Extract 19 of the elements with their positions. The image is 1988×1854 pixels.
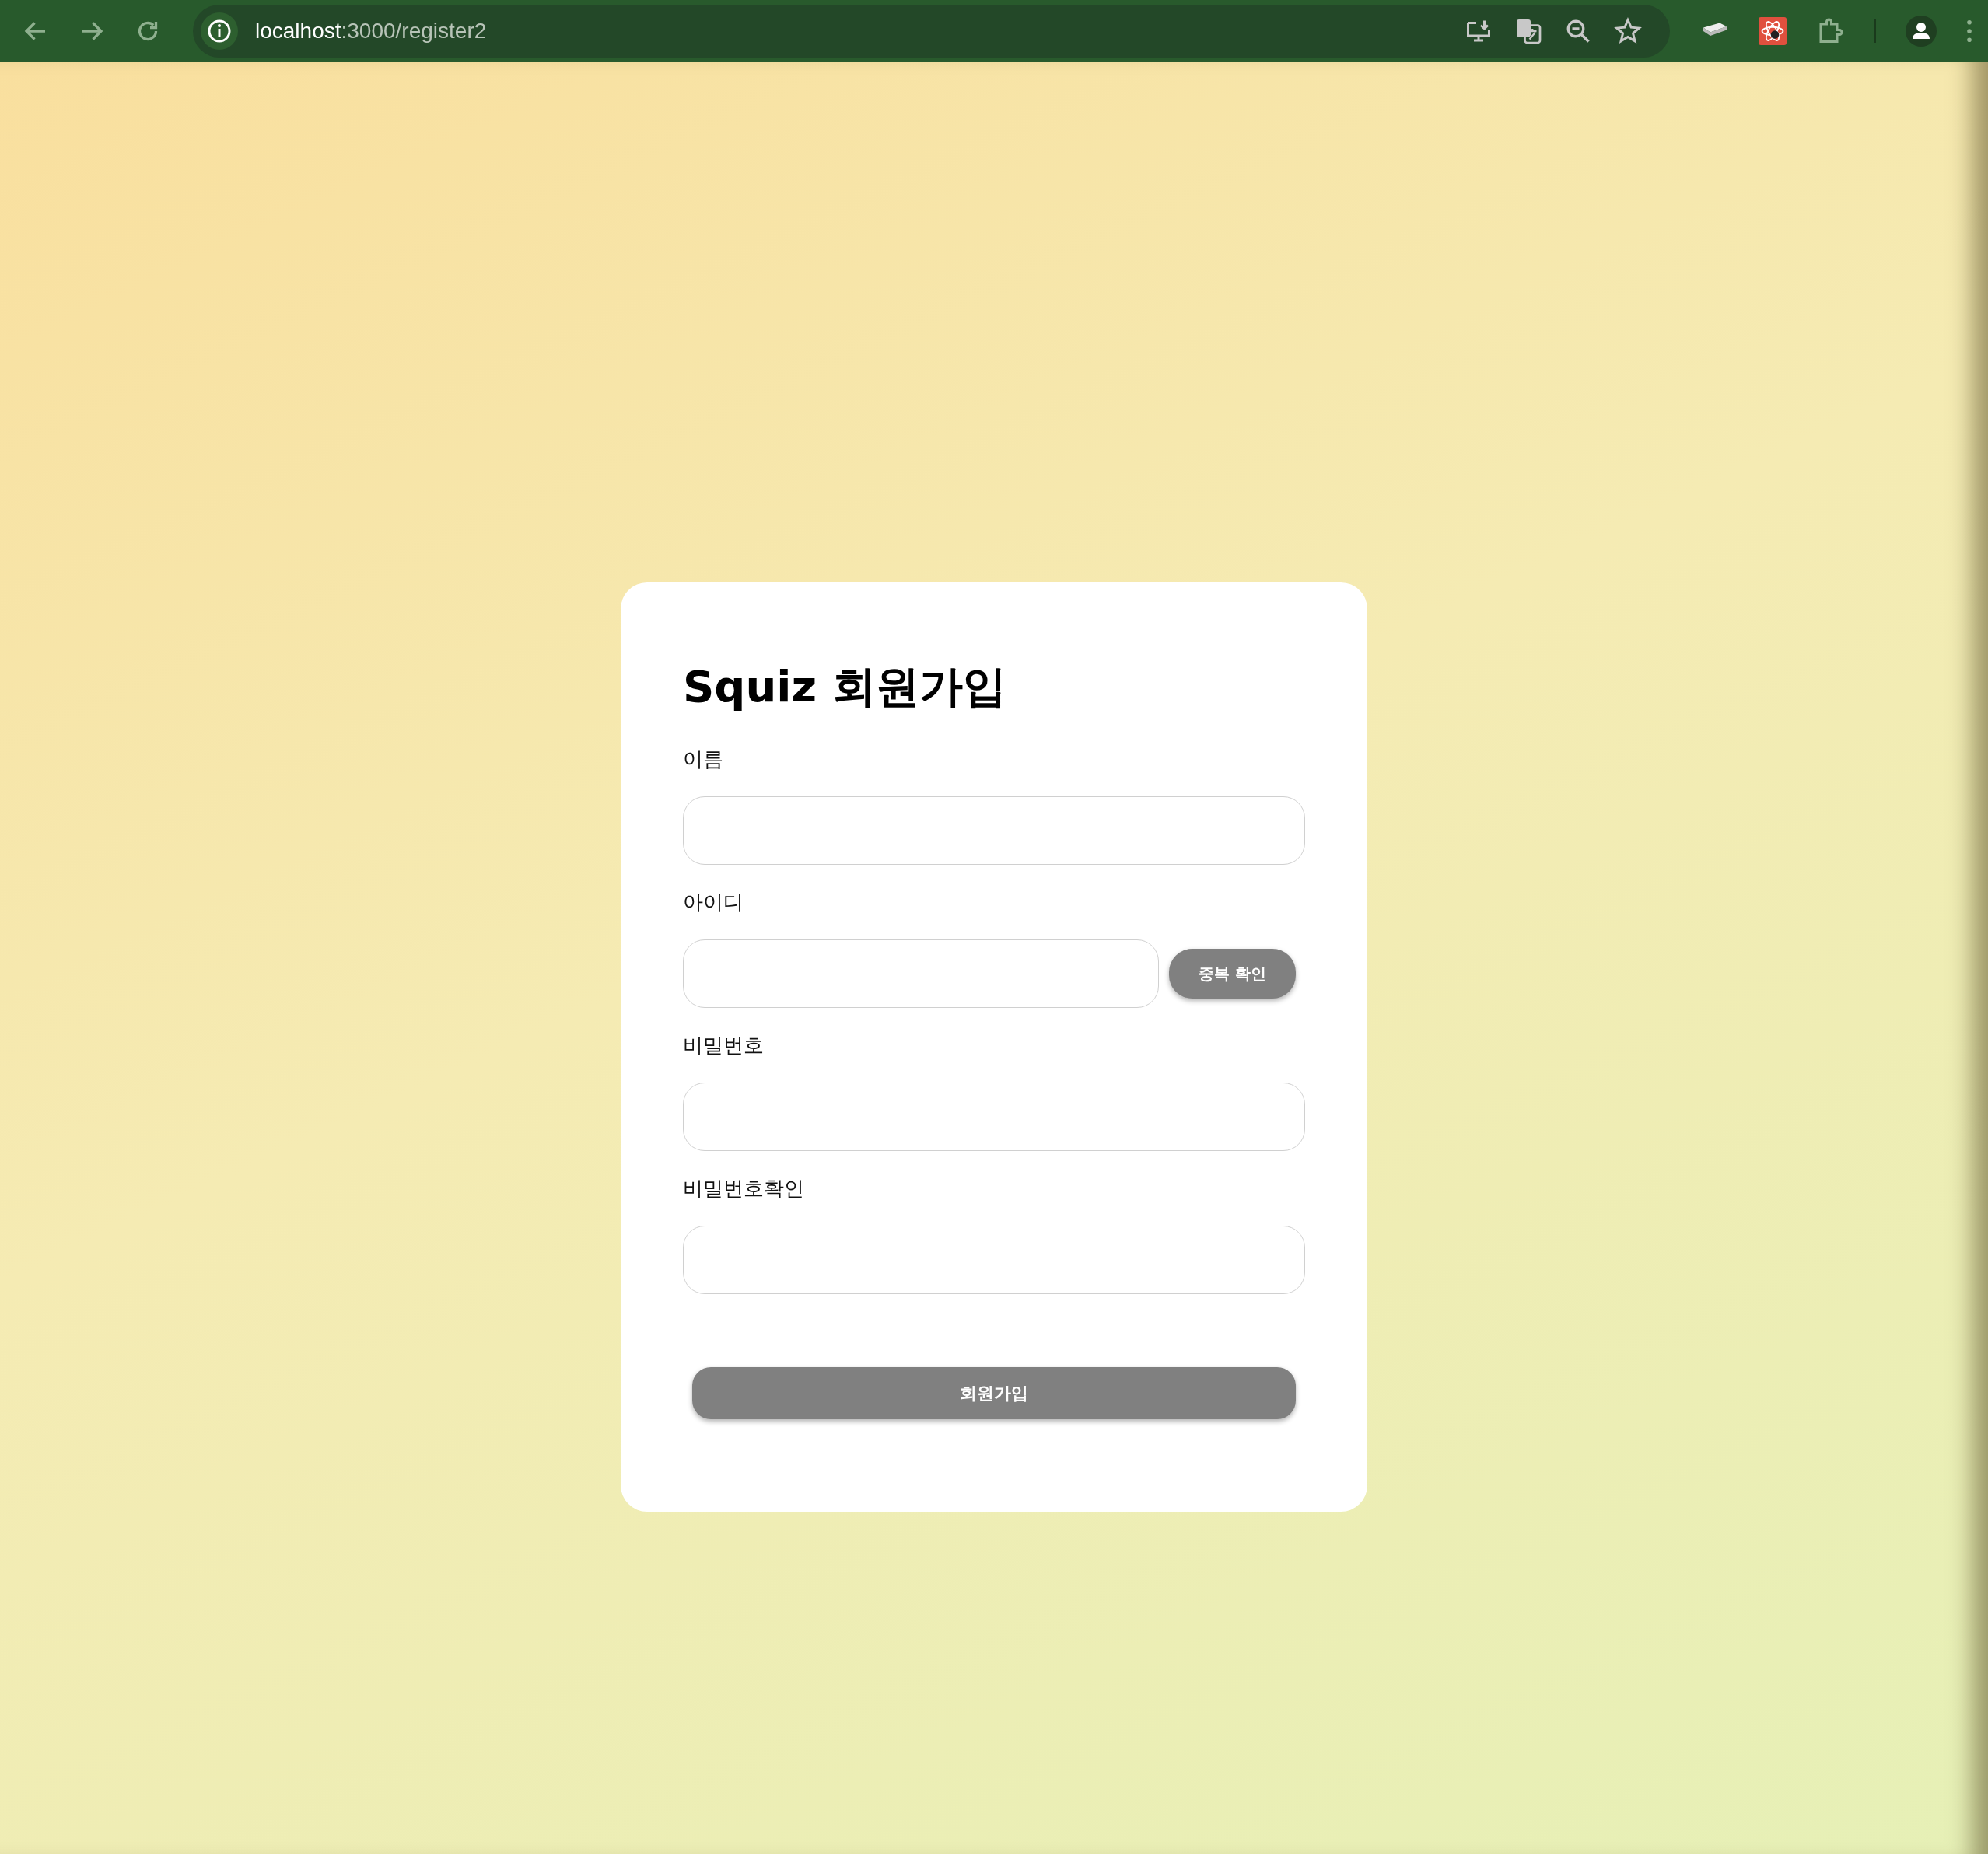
info-icon[interactable]: [201, 12, 238, 50]
form-title: Squiz 회원가입: [683, 660, 1007, 713]
field-label: 이름: [683, 747, 724, 773]
input-field[interactable]: [683, 1226, 1305, 1295]
duplicate-check-button[interactable]: 중복 확인: [1169, 949, 1296, 999]
atom-extension-icon[interactable]: [1759, 17, 1787, 45]
field-label: 비밀번호: [683, 1033, 765, 1059]
address-bar[interactable]: localhost:3000/register2: [193, 5, 1670, 58]
input-field[interactable]: [683, 939, 1159, 1009]
input-field[interactable]: [683, 796, 1305, 866]
translate-icon[interactable]: [1514, 17, 1542, 45]
star-icon[interactable]: [1614, 17, 1642, 45]
register-button[interactable]: 회원가입: [692, 1367, 1296, 1420]
field-label: 아이디: [683, 890, 744, 916]
profile-avatar-icon[interactable]: [1906, 16, 1937, 47]
input-field[interactable]: [683, 1083, 1305, 1152]
field-label: 비밀번호확인: [683, 1176, 805, 1202]
url-text: localhost:3000/register2: [255, 19, 487, 44]
menu-icon[interactable]: [1966, 19, 1972, 43]
